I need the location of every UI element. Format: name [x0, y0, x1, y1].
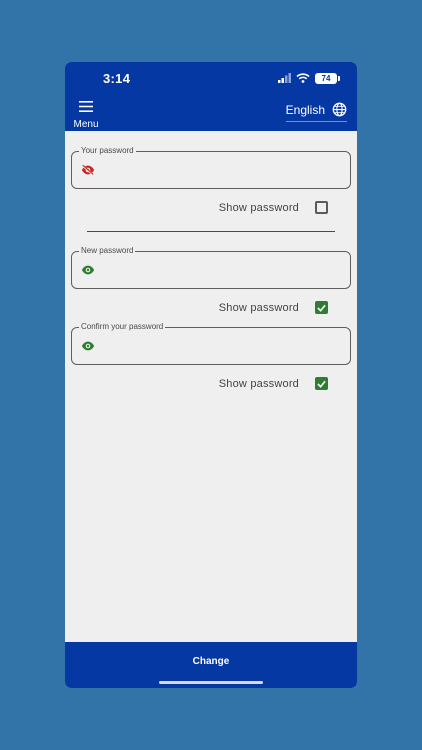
current-password-field[interactable]: Your password — [71, 145, 351, 189]
app-header: 3:14 74 Menu English — [65, 62, 357, 131]
show-current-password-row[interactable]: Show password — [219, 201, 328, 214]
show-confirm-password-row[interactable]: Show password — [219, 377, 328, 390]
show-password-label: Show password — [218, 301, 299, 314]
show-password-label: Show password — [218, 201, 299, 214]
show-current-password-checkbox[interactable] — [315, 201, 328, 214]
eye-icon[interactable] — [81, 340, 95, 352]
signal-icon — [278, 73, 291, 83]
home-indicator — [159, 681, 263, 684]
current-password-label: Your password — [79, 145, 136, 157]
show-new-password-checkbox[interactable] — [315, 301, 328, 314]
new-password-label: New password — [79, 245, 136, 257]
eye-off-icon[interactable] — [81, 164, 95, 176]
hamburger-icon — [79, 101, 93, 112]
status-time: 3:14 — [103, 71, 131, 86]
menu-label: Menu — [73, 119, 99, 130]
checkmark-icon — [317, 304, 326, 312]
confirm-password-field[interactable]: Confirm your password — [71, 321, 351, 365]
confirm-password-label: Confirm your password — [79, 321, 166, 333]
divider — [87, 231, 335, 232]
language-selector[interactable]: English — [285, 102, 347, 122]
language-label: English — [285, 102, 325, 117]
globe-icon — [332, 102, 347, 117]
status-icons: 74 — [278, 71, 340, 85]
eye-icon[interactable] — [81, 264, 95, 276]
show-new-password-row[interactable]: Show password — [219, 301, 328, 314]
menu-button[interactable]: Menu — [71, 99, 101, 130]
new-password-field[interactable]: New password — [71, 245, 351, 289]
battery-icon: 74 — [315, 72, 340, 84]
footer-bar: Change — [65, 642, 357, 688]
show-password-label: Show password — [218, 377, 299, 390]
show-confirm-password-checkbox[interactable] — [315, 377, 328, 390]
wifi-icon — [296, 73, 310, 83]
phone-screen: 3:14 74 Menu English Your password Show … — [65, 62, 357, 688]
change-button[interactable]: Change — [65, 642, 357, 680]
checkmark-icon — [317, 380, 326, 388]
